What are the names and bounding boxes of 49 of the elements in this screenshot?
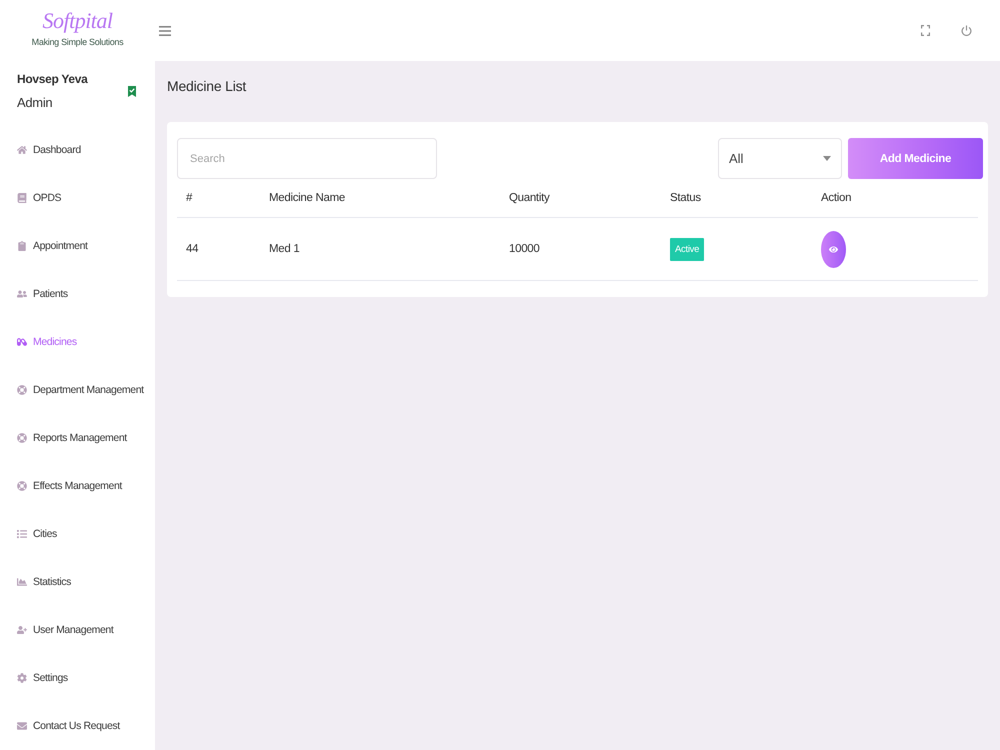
column-header: # bbox=[185, 192, 192, 204]
bookmark-check-icon bbox=[128, 86, 136, 97]
column-header: Action bbox=[820, 192, 852, 204]
eye-icon bbox=[829, 244, 838, 254]
sidebar-item[interactable]: Effects Management bbox=[0, 462, 155, 510]
sidebar-item[interactable]: Appointment bbox=[0, 222, 155, 270]
list-icon bbox=[17, 529, 27, 539]
clipboard-icon bbox=[17, 241, 27, 251]
settings-icon bbox=[17, 673, 27, 683]
sidebar-item[interactable]: Patients bbox=[0, 270, 155, 318]
life-ring-icon bbox=[17, 385, 27, 395]
table-cell-text: 44 bbox=[185, 243, 198, 255]
caret-icon bbox=[823, 156, 831, 161]
menu-icon[interactable] bbox=[159, 26, 171, 36]
sidebar-item[interactable]: Department Management bbox=[0, 366, 155, 414]
book-icon bbox=[17, 193, 27, 203]
user-plus-icon bbox=[17, 625, 27, 635]
column-header: Status bbox=[669, 192, 701, 204]
sidebar-item[interactable]: Reports Management bbox=[0, 414, 155, 462]
sidebar-item[interactable]: Contact Us Request bbox=[0, 702, 155, 750]
sidebar-item[interactable]: Dashboard bbox=[0, 126, 155, 174]
user-name: Hovsep Yeva bbox=[17, 72, 88, 86]
status-filter-dropdown[interactable]: All bbox=[718, 138, 842, 179]
sidebar-item[interactable]: User Management bbox=[0, 606, 155, 654]
search-field[interactable]: Search bbox=[177, 138, 437, 179]
status-badge: Active bbox=[670, 238, 704, 260]
page-title: Medicine List bbox=[167, 78, 248, 94]
column-header: Quantity bbox=[508, 192, 550, 204]
area-chart-icon bbox=[17, 577, 27, 587]
sidebar-item[interactable]: Cities bbox=[0, 510, 155, 558]
table-cell-text: 10000 bbox=[508, 243, 540, 255]
life-ring-icon bbox=[17, 433, 27, 443]
user-role: Admin bbox=[17, 95, 54, 110]
power-icon[interactable] bbox=[961, 24, 972, 36]
table-cell-text: Med 1 bbox=[268, 243, 300, 255]
envelope-icon bbox=[17, 721, 27, 731]
sidebar-item[interactable]: OPDS bbox=[0, 174, 155, 222]
logo-text: Softpital bbox=[42, 9, 113, 33]
tagline: Making Simple Solutions bbox=[32, 37, 124, 47]
life-ring-icon bbox=[17, 481, 27, 491]
fullscreen-icon[interactable] bbox=[921, 25, 930, 36]
home-icon bbox=[17, 145, 27, 155]
users-icon bbox=[17, 289, 27, 299]
view-button[interactable] bbox=[821, 230, 846, 268]
capsules-icon bbox=[17, 337, 27, 347]
sidebar-item[interactable]: Settings bbox=[0, 654, 155, 702]
sidebar-item[interactable]: Statistics bbox=[0, 558, 155, 606]
column-header: Medicine Name bbox=[268, 192, 345, 204]
sidebar-item[interactable]: Medicines bbox=[0, 318, 155, 366]
